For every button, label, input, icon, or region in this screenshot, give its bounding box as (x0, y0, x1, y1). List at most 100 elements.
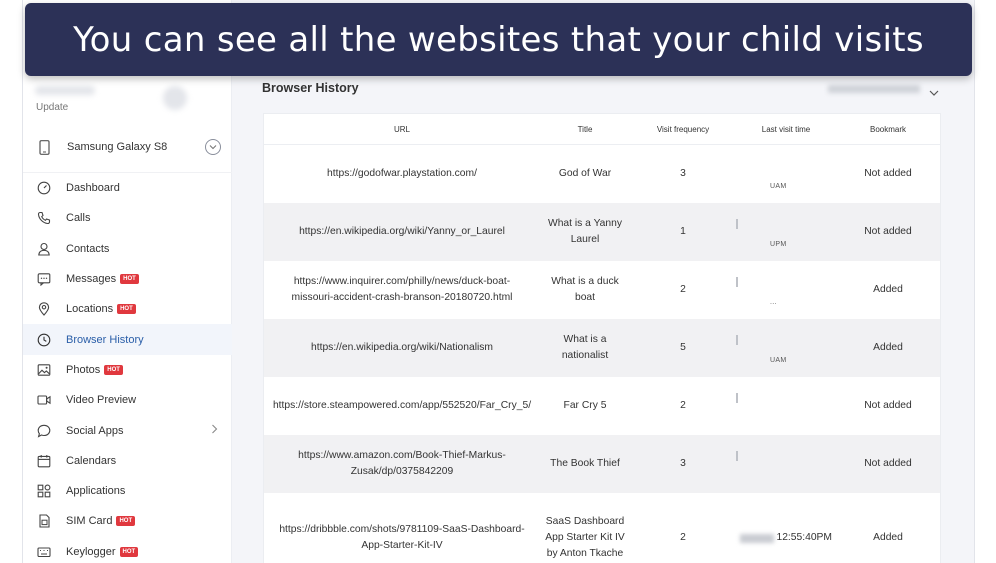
banner-text: You can see all the websites that your c… (73, 19, 924, 60)
frequency-cell: 2 (680, 400, 686, 411)
sidebar-item-dashboard[interactable]: Dashboard (23, 173, 232, 203)
last-visit-time-cell: 12:55:40PM (736, 493, 836, 563)
table-row: https://en.wikipedia.org/wiki/Yanny_or_L… (264, 203, 940, 261)
sidebar-item-messages[interactable]: Messages HOT (23, 264, 232, 294)
last-visit-time-cell: UPM (736, 203, 836, 261)
sidebar-item-label: Locations (66, 303, 114, 316)
column-header-last-visit-time[interactable]: Last visit time (736, 114, 836, 144)
title-cell: What is a nationalist (561, 334, 609, 361)
last-visit-time-cell: ... (736, 261, 836, 319)
time-blurred (736, 335, 738, 345)
chevron-down-icon[interactable] (205, 139, 221, 155)
account-email-blurred (828, 85, 920, 93)
title-cell: What is a duck boat (551, 276, 619, 303)
time-tail: UAM (770, 357, 787, 364)
gauge-icon (36, 181, 51, 196)
sidebar-item-applications[interactable]: Applications (23, 476, 232, 506)
sidebar-item-label: Keylogger (66, 545, 116, 558)
time-tail: UPM (770, 241, 787, 248)
phone-icon (36, 211, 51, 226)
bookmark-cell: Added (873, 342, 903, 353)
sidebar-item-video-preview[interactable]: Video Preview (23, 385, 232, 415)
url-cell[interactable]: https://en.wikipedia.org/wiki/Nationalis… (264, 319, 540, 377)
avatar[interactable] (163, 86, 187, 110)
frequency-cell: 3 (680, 458, 686, 469)
hot-badge: HOT (104, 364, 123, 375)
sidebar-item-locations[interactable]: Locations HOT (23, 294, 232, 324)
sidebar-item-browser-history[interactable]: Browser History (23, 324, 232, 355)
url-cell[interactable]: https://www.inquirer.com/philly/news/duc… (264, 261, 540, 319)
bookmark-cell: Added (873, 532, 903, 543)
frequency-cell: 5 (680, 342, 686, 353)
hot-badge: HOT (120, 274, 139, 285)
location-pin-icon (36, 302, 51, 317)
column-header-url[interactable]: URL (264, 114, 540, 144)
chevron-right-icon[interactable] (211, 424, 218, 437)
apps-grid-icon (36, 484, 51, 499)
last-visit-time-cell: UAM (736, 145, 836, 203)
column-header-title[interactable]: Title (540, 114, 630, 144)
message-icon (36, 272, 51, 287)
sidebar-item-social-apps[interactable]: Social Apps (23, 415, 232, 445)
sidebar: Update Samsung Galaxy S8 Dashboard Calls (23, 0, 232, 563)
url-cell[interactable]: https://www.amazon.com/Book-Thief-Markus… (264, 435, 540, 493)
time-text: 12:55:40PM (776, 532, 832, 543)
bookmark-cell: Not added (864, 400, 912, 411)
page-title: Browser History (262, 81, 359, 95)
sidebar-item-calendars[interactable]: Calendars (23, 446, 232, 476)
sidebar-item-label: Photos (66, 363, 101, 376)
column-header-bookmark[interactable]: Bookmark (836, 114, 940, 144)
person-icon (36, 241, 51, 256)
sidebar-item-label: Dashboard (66, 182, 120, 195)
sidebar-item-calls[interactable]: Calls (23, 203, 232, 233)
sidebar-nav: Dashboard Calls Contacts Messages HOT Lo… (23, 173, 232, 563)
url-cell[interactable]: https://store.steampowered.com/app/55252… (264, 377, 540, 435)
url-cell[interactable]: https://en.wikipedia.org/wiki/Yanny_or_L… (264, 203, 540, 261)
table-row: https://en.wikipedia.org/wiki/Nationalis… (264, 319, 940, 377)
time-blurred (740, 533, 775, 543)
caption-banner: You can see all the websites that your c… (25, 3, 972, 76)
sidebar-item-keylogger[interactable]: Keylogger HOT (23, 537, 232, 563)
browser-history-table: URL Title Visit frequency Last visit tim… (263, 113, 941, 563)
time-tail: ... (770, 299, 777, 306)
device-selector[interactable]: Samsung Galaxy S8 (23, 128, 232, 166)
time-blurred (736, 393, 738, 403)
phone-device-icon (37, 139, 51, 155)
app-window: Update Samsung Galaxy S8 Dashboard Calls (22, 0, 975, 563)
sidebar-item-label: Applications (66, 485, 126, 498)
sidebar-item-label: Video Preview (66, 394, 137, 407)
time-tail: UAM (770, 183, 787, 190)
chat-bubble-icon (36, 423, 51, 438)
url-cell[interactable]: https://godofwar.playstation.com/ (264, 145, 540, 203)
image-icon (36, 362, 51, 377)
table-row: https://dribbble.com/shots/9781109-SaaS-… (264, 493, 940, 563)
frequency-cell: 2 (680, 532, 686, 543)
last-visit-time-cell (736, 377, 836, 435)
calendar-icon (36, 453, 51, 468)
clock-icon (36, 332, 51, 347)
frequency-cell: 3 (680, 168, 686, 179)
bookmark-cell: Not added (864, 458, 912, 469)
sidebar-item-photos[interactable]: Photos HOT (23, 355, 232, 385)
sidebar-item-label: SIM Card (66, 515, 113, 528)
title-cell: The Book Thief (550, 458, 620, 469)
frequency-cell: 2 (680, 284, 686, 295)
bookmark-cell: Not added (864, 168, 912, 179)
sidebar-item-contacts[interactable]: Contacts (23, 234, 232, 264)
last-visit-time-cell: UAM (736, 319, 836, 377)
sidebar-item-sim-card[interactable]: SIM Card HOT (23, 506, 232, 536)
url-cell[interactable]: https://dribbble.com/shots/9781109-SaaS-… (264, 493, 540, 563)
sidebar-item-label: Messages (66, 273, 117, 286)
keyboard-icon (36, 544, 51, 559)
hot-badge: HOT (119, 546, 139, 557)
table-row: https://godofwar.playstation.com/ God of… (264, 145, 940, 203)
title-cell: What is a Yanny Laurel (547, 218, 623, 245)
sidebar-item-label: Social Apps (66, 424, 124, 437)
time-blurred (736, 277, 738, 287)
hot-badge: HOT (116, 516, 136, 527)
chevron-down-icon[interactable] (929, 84, 939, 102)
table-row: https://www.inquirer.com/philly/news/duc… (264, 261, 940, 319)
column-header-visit-frequency[interactable]: Visit frequency (630, 114, 736, 144)
sim-card-icon (36, 514, 51, 529)
update-label: Update (36, 102, 69, 113)
